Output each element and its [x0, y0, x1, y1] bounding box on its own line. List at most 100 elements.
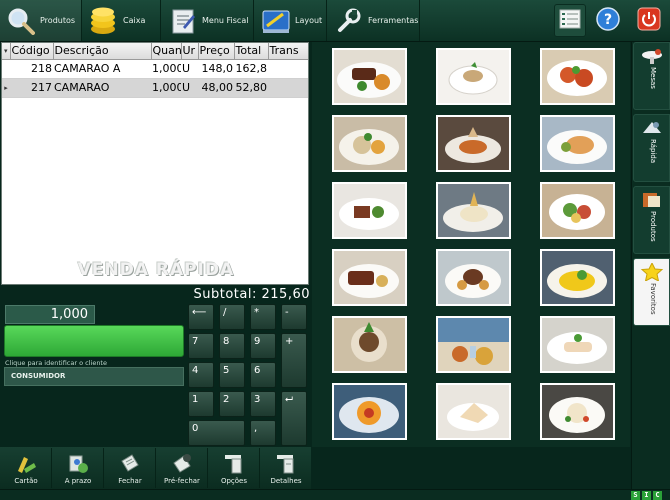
- options-icon: [222, 453, 246, 475]
- details-icon: [274, 453, 298, 475]
- pre-fechar-label: Pré-fechar: [164, 477, 200, 485]
- key-divide[interactable]: /: [219, 304, 245, 330]
- tab-mesas[interactable]: Mesas: [633, 42, 670, 110]
- cell-quantidade: 1,000: [151, 59, 181, 79]
- produtos-label: Produtos: [40, 16, 76, 25]
- fiscal-menu-icon: [168, 6, 198, 36]
- produtos-button[interactable]: Produtos: [0, 0, 82, 41]
- cell-total: 162,8: [234, 59, 268, 79]
- product-tile[interactable]: [436, 249, 511, 306]
- client-field[interactable]: CONSUMIDOR: [4, 367, 184, 386]
- caixa-button[interactable]: Caixa: [83, 0, 161, 41]
- key-enter[interactable]: ⮠: [281, 391, 307, 446]
- product-tile[interactable]: [332, 383, 407, 440]
- detalhes-label: Detalhes: [270, 477, 302, 485]
- col-total[interactable]: Total: [234, 43, 269, 60]
- cartao-button[interactable]: Cartão: [1, 448, 52, 488]
- layout-label: Layout: [295, 16, 323, 25]
- product-tile[interactable]: [436, 115, 511, 172]
- power-icon: [637, 7, 661, 35]
- product-tile[interactable]: [436, 182, 511, 239]
- layout-button[interactable]: Layout: [255, 0, 327, 41]
- col-codigo[interactable]: Código: [10, 43, 54, 60]
- installment-icon: [66, 453, 90, 475]
- detalhes-button[interactable]: Detalhes: [261, 448, 311, 488]
- status-flag-c: C: [653, 491, 662, 500]
- product-grid: [312, 42, 630, 447]
- key-2[interactable]: 2: [219, 391, 245, 417]
- key-multiply[interactable]: *: [250, 304, 276, 330]
- key-backspace[interactable]: ⟵: [188, 304, 214, 330]
- row-indicator-header: ▾: [2, 43, 11, 60]
- product-entry-field[interactable]: [4, 325, 184, 357]
- product-tile[interactable]: [332, 249, 407, 306]
- fechar-label: Fechar: [118, 477, 142, 485]
- key-1[interactable]: 1: [188, 391, 214, 417]
- key-4[interactable]: 4: [188, 362, 214, 388]
- col-preco[interactable]: Preço: [198, 43, 235, 60]
- menu-fiscal-button[interactable]: Menu Fiscal: [162, 0, 254, 41]
- tab-rapida[interactable]: Rápida: [633, 114, 670, 182]
- product-tile[interactable]: [332, 316, 407, 373]
- key-7[interactable]: 7: [188, 333, 214, 359]
- col-trans[interactable]: Trans: [268, 43, 308, 60]
- caixa-label: Caixa: [123, 16, 146, 25]
- a-prazo-button[interactable]: A prazo: [53, 448, 104, 488]
- row-indicator: [2, 59, 10, 79]
- table-row[interactable]: ▸ 217 CAMARAO 1,000 U 48,00 52,80: [2, 78, 308, 98]
- col-unidade[interactable]: Ur: [181, 43, 199, 60]
- key-0[interactable]: 0: [188, 420, 245, 446]
- key-3[interactable]: 3: [250, 391, 276, 417]
- col-quantidade[interactable]: Quan: [151, 43, 182, 60]
- pre-fechar-button[interactable]: Pré-fechar: [157, 448, 208, 488]
- col-descricao[interactable]: Descrição: [53, 43, 152, 60]
- order-grid[interactable]: ▾ Código Descrição Quan Ur Preço Total T…: [1, 42, 309, 285]
- cartao-label: Cartão: [14, 477, 38, 485]
- subtotal-value: 215,60: [261, 287, 310, 302]
- product-tile[interactable]: [332, 115, 407, 172]
- list-button[interactable]: [554, 4, 586, 37]
- table-row[interactable]: 218 CAMARAO A 1,000 U 148,0 162,8: [2, 59, 308, 79]
- product-tile[interactable]: [540, 316, 615, 373]
- product-tile[interactable]: [436, 48, 511, 105]
- product-tile[interactable]: [540, 182, 615, 239]
- key-8[interactable]: 8: [219, 333, 245, 359]
- card-icon: [14, 453, 38, 475]
- product-tile[interactable]: [540, 115, 615, 172]
- product-tile[interactable]: [332, 48, 407, 105]
- opcoes-button[interactable]: Opções: [209, 448, 260, 488]
- key-minus[interactable]: -: [281, 304, 307, 330]
- cell-descricao: CAMARAO A: [53, 59, 151, 79]
- row-indicator: ▸: [2, 78, 10, 98]
- product-tile[interactable]: [540, 48, 615, 105]
- cell-quantidade: 1,000: [151, 78, 181, 98]
- list-icon: [559, 9, 581, 33]
- key-decimal[interactable]: ,: [250, 420, 276, 446]
- power-button[interactable]: [633, 4, 665, 37]
- quantity-field[interactable]: 1,000: [5, 305, 95, 324]
- key-9[interactable]: 9: [250, 333, 276, 359]
- key-5[interactable]: 5: [219, 362, 245, 388]
- help-button[interactable]: ?: [592, 4, 624, 37]
- fechar-button[interactable]: Fechar: [105, 448, 156, 488]
- ferramentas-button[interactable]: Ferramentas: [328, 0, 420, 41]
- help-icon: ?: [596, 6, 620, 35]
- coins-icon: [89, 6, 119, 36]
- tab-produtos[interactable]: Produtos: [633, 186, 670, 254]
- svg-text:?: ?: [604, 12, 612, 28]
- opcoes-label: Opções: [220, 477, 248, 485]
- product-tile[interactable]: [332, 182, 407, 239]
- cell-unidade: U: [181, 78, 198, 98]
- product-tile[interactable]: [540, 383, 615, 440]
- tab-favoritos[interactable]: Favoritos: [633, 258, 670, 326]
- tab-produtos-label: Produtos: [649, 211, 657, 242]
- product-tile[interactable]: [436, 316, 511, 373]
- key-plus[interactable]: +: [281, 333, 307, 388]
- tables-icon: [640, 47, 664, 65]
- key-6[interactable]: 6: [250, 362, 276, 388]
- a-prazo-label: A prazo: [64, 477, 92, 485]
- product-tile[interactable]: [436, 383, 511, 440]
- cell-preco: 148,0: [198, 59, 234, 79]
- product-tile[interactable]: [540, 249, 615, 306]
- top-toolbar: Produtos Caixa Menu Fiscal Layout Ferram…: [0, 0, 670, 42]
